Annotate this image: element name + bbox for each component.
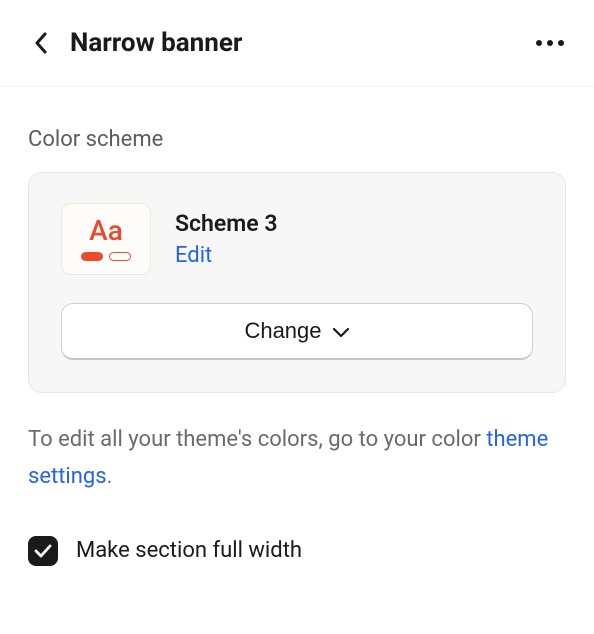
edit-link[interactable]: Edit — [175, 243, 277, 268]
chevron-down-icon — [332, 318, 350, 344]
dot-icon — [547, 40, 553, 46]
full-width-row: Make section full width — [28, 536, 566, 566]
change-button-label: Change — [244, 318, 321, 344]
scheme-row: Aa Scheme 3 Edit — [61, 203, 533, 275]
chevron-left-icon — [34, 32, 47, 54]
scheme-swatch: Aa — [61, 203, 151, 275]
change-button[interactable]: Change — [61, 303, 533, 360]
header: Narrow banner — [0, 0, 594, 87]
swatch-sample-text: Aa — [89, 217, 123, 245]
full-width-label: Make section full width — [76, 538, 302, 563]
back-button[interactable] — [28, 31, 52, 55]
pill-solid-icon — [81, 252, 103, 261]
more-options-button[interactable] — [536, 40, 564, 46]
content: Color scheme Aa Scheme 3 Edit Change — [0, 87, 594, 566]
helper-prefix: To edit all your theme's colors, go to y… — [28, 427, 486, 452]
swatch-pills — [81, 252, 131, 261]
scheme-info: Scheme 3 Edit — [175, 210, 277, 268]
dot-icon — [558, 40, 564, 46]
color-scheme-label: Color scheme — [28, 127, 566, 152]
color-scheme-card: Aa Scheme 3 Edit Change — [28, 172, 566, 393]
scheme-name: Scheme 3 — [175, 210, 277, 237]
header-left: Narrow banner — [28, 28, 242, 58]
dot-icon — [536, 40, 542, 46]
helper-text: To edit all your theme's colors, go to y… — [28, 421, 566, 496]
pill-outline-icon — [109, 252, 131, 261]
page-title: Narrow banner — [70, 28, 242, 58]
helper-suffix: . — [107, 464, 113, 489]
full-width-checkbox[interactable] — [28, 536, 58, 566]
checkmark-icon — [34, 544, 52, 558]
